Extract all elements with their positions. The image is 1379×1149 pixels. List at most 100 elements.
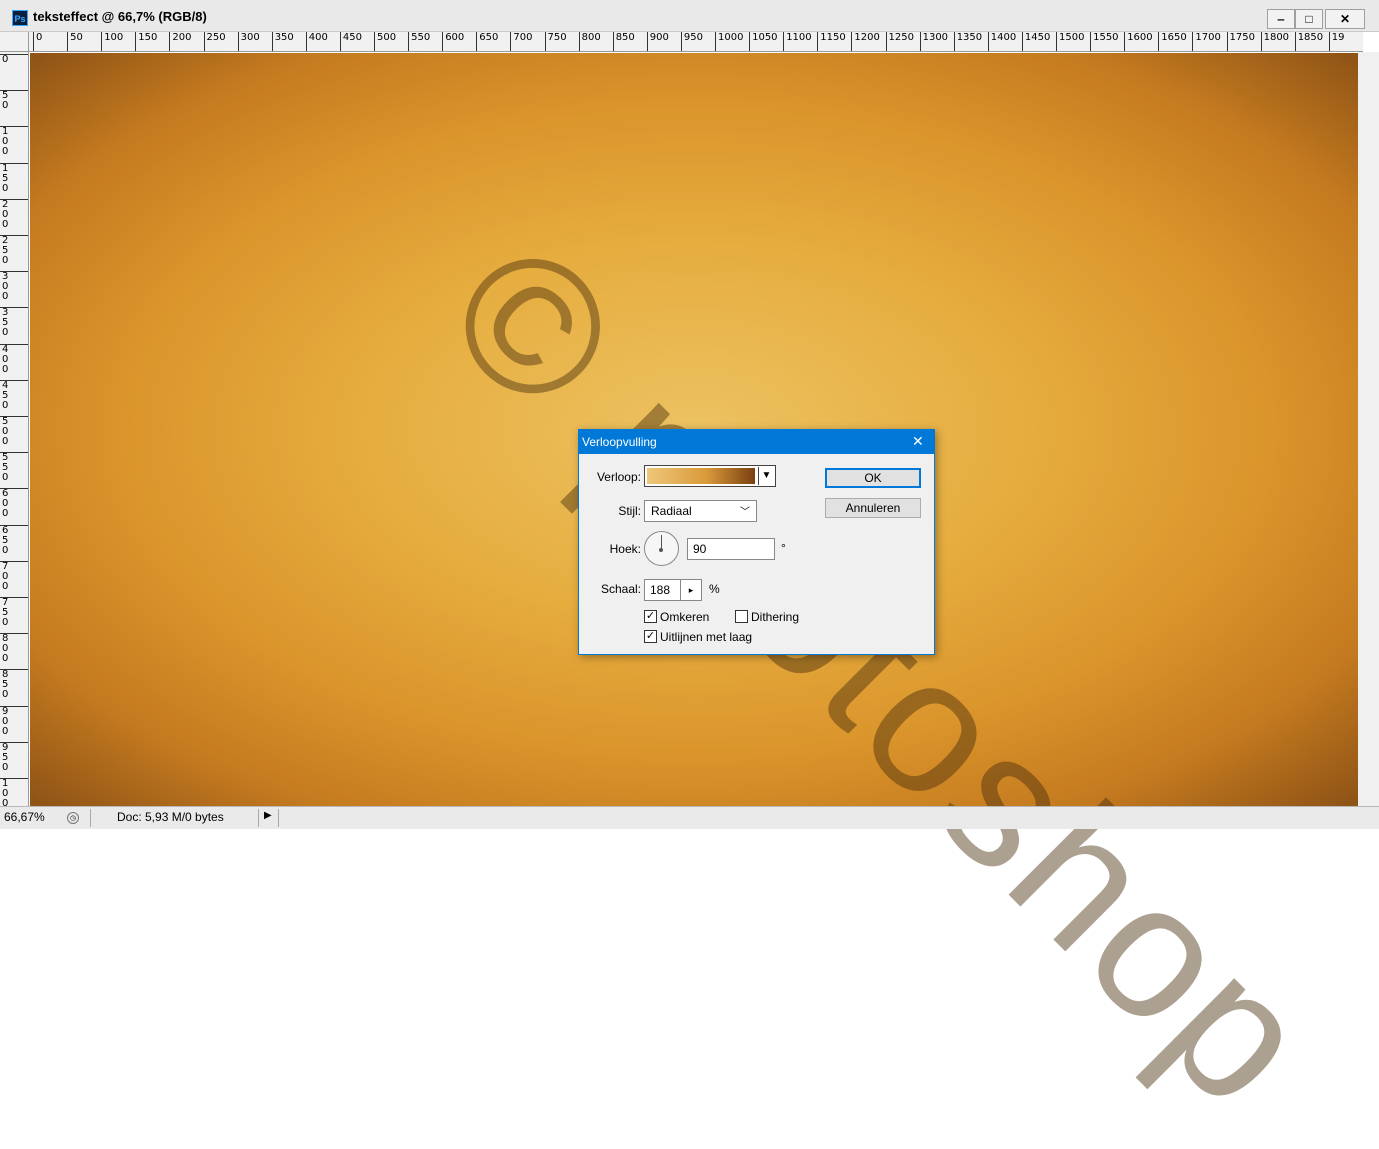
ruler-h-tick: 1800 xyxy=(1260,32,1289,51)
zoom-level[interactable]: 66,67% xyxy=(4,810,45,824)
ruler-v-tick: 0 xyxy=(0,54,28,65)
dialog-title: Verloopvulling xyxy=(582,435,657,449)
ruler-v-tick: 250 xyxy=(0,235,28,266)
style-label: Stijl: xyxy=(618,504,641,518)
status-divider xyxy=(278,809,279,827)
ruler-h-tick: 700 xyxy=(510,32,532,51)
ruler-h-tick: 650 xyxy=(476,32,498,51)
angle-input[interactable]: 90 xyxy=(687,538,775,560)
angle-label: Hoek: xyxy=(609,542,641,556)
gradient-preview[interactable] xyxy=(647,468,755,484)
status-divider xyxy=(90,809,91,827)
align-with-layer-checkbox[interactable]: ✓ xyxy=(644,630,657,643)
ruler-v-tick: 850 xyxy=(0,669,28,700)
reverse-checkbox[interactable]: ✓ xyxy=(644,610,657,623)
ruler-v-tick: 750 xyxy=(0,597,28,628)
ruler-h-tick: 550 xyxy=(408,32,430,51)
ruler-h-tick: 1200 xyxy=(851,32,880,51)
angle-unit: ° xyxy=(781,541,786,555)
gradient-picker[interactable]: ▼ xyxy=(644,465,776,487)
gradient-fill-dialog: Verloopvulling ✕ Verloop: ▼ Stijl: Radia… xyxy=(578,429,935,655)
ruler-h-tick: 1400 xyxy=(987,32,1016,51)
ruler-h-tick: 300 xyxy=(237,32,260,51)
ruler-h-tick: 900 xyxy=(646,32,669,51)
reverse-label[interactable]: Omkeren xyxy=(660,610,709,624)
ruler-h-tick: 1350 xyxy=(953,32,982,51)
ruler-h-tick: 250 xyxy=(203,32,226,51)
status-bar: 66,67% ◷ Doc: 5,93 M/0 bytes ▶ xyxy=(0,806,1379,829)
ruler-h-tick: 1550 xyxy=(1090,32,1119,51)
ruler-h-tick: 1600 xyxy=(1124,32,1153,51)
ruler-h-tick: 600 xyxy=(442,32,464,51)
minimize-button[interactable]: ‒ xyxy=(1267,9,1295,29)
dialog-close-icon[interactable]: ✕ xyxy=(912,433,924,450)
ruler-v-tick: 450 xyxy=(0,379,28,411)
document-size-info: Doc: 5,93 M/0 bytes xyxy=(117,810,224,824)
status-divider xyxy=(258,809,259,827)
dither-label[interactable]: Dithering xyxy=(751,610,799,624)
ruler-h-tick: 350 xyxy=(271,32,294,51)
ruler-v-tick: 700 xyxy=(0,560,28,592)
style-select-value: Radiaal xyxy=(651,504,692,518)
ruler-h-tick: 950 xyxy=(680,32,703,51)
photoshop-app-icon: Ps xyxy=(12,10,28,26)
ruler-v-tick: 150 xyxy=(0,162,28,194)
style-select[interactable]: Radiaal ﹀ xyxy=(644,500,757,522)
ruler-h-tick: 1500 xyxy=(1056,32,1084,51)
scale-unit: % xyxy=(709,582,720,596)
scale-label: Schaal: xyxy=(600,582,641,596)
ruler-v-tick: 800 xyxy=(0,633,28,664)
maximize-button[interactable]: □ xyxy=(1295,9,1323,29)
ruler-h-tick: 1050 xyxy=(749,32,778,51)
document-titlebar: Ps teksteffect @ 66,7% (RGB/8) ‒ □ ✕ xyxy=(0,0,1379,32)
ruler-h-tick: 1100 xyxy=(783,32,812,51)
ruler-v-tick: 100 xyxy=(0,778,28,806)
ruler-h-tick: 200 xyxy=(169,32,191,51)
vertical-ruler[interactable]: 0 50 100 150 200 250 300 350 400 450 500 550 600 650 7… xyxy=(0,52,29,806)
document-title: teksteffect @ 66,7% (RGB/8) xyxy=(33,9,207,24)
chevron-down-icon: ﹀ xyxy=(740,507,750,518)
status-info-icon[interactable]: ◷ xyxy=(67,812,79,824)
ruler-v-tick: 950 xyxy=(0,741,28,773)
dialog-titlebar: Verloopvulling ✕ xyxy=(579,430,934,454)
dither-checkbox[interactable] xyxy=(735,610,748,623)
ruler-h-tick: 0 xyxy=(33,32,42,51)
cancel-button[interactable]: Annuleren xyxy=(825,498,921,518)
ruler-v-tick: 550 xyxy=(0,452,28,483)
ruler-v-tick: 300 xyxy=(0,271,28,302)
ruler-v-tick: 600 xyxy=(0,488,28,519)
ruler-h-tick: 1700 xyxy=(1192,32,1221,51)
ruler-h-tick: 100 xyxy=(101,32,123,51)
ruler-v-tick: 500 xyxy=(0,416,28,447)
ruler-h-tick: 1300 xyxy=(919,32,948,51)
ruler-h-tick: 1850 xyxy=(1294,32,1323,51)
ruler-v-tick: 900 xyxy=(0,705,28,737)
ruler-origin[interactable] xyxy=(0,32,29,52)
ruler-h-tick: 1650 xyxy=(1158,32,1187,51)
ruler-v-tick: 50 xyxy=(0,90,28,111)
status-menu-arrow-icon[interactable]: ▶ xyxy=(264,810,272,821)
ruler-h-tick: 750 xyxy=(544,32,567,51)
align-with-layer-label[interactable]: Uitlijnen met laag xyxy=(660,630,752,644)
scale-slider-arrow-icon[interactable]: ▸ xyxy=(680,579,702,601)
ruler-h-tick: 1150 xyxy=(817,32,846,51)
ruler-h-tick: 1250 xyxy=(885,32,914,51)
horizontal-ruler[interactable]: 0 50 100 150 200 250 300 350 400 450 500 550 600 650 7… xyxy=(29,32,1363,52)
scale-input[interactable]: 188 xyxy=(644,579,681,601)
ruler-h-tick: 150 xyxy=(135,32,157,51)
ruler-v-tick: 100 xyxy=(0,126,28,157)
gradient-dropdown-icon[interactable]: ▼ xyxy=(758,467,774,485)
vertical-scroll-area[interactable] xyxy=(1358,52,1379,806)
ruler-h-tick: 50 xyxy=(67,32,83,51)
ok-button[interactable]: OK xyxy=(825,468,921,488)
ruler-v-tick: 400 xyxy=(0,343,28,375)
ruler-h-tick: 1000 xyxy=(715,32,743,51)
ruler-v-tick: 650 xyxy=(0,524,28,556)
ruler-h-tick: 800 xyxy=(578,32,601,51)
ruler-h-tick: 500 xyxy=(374,32,396,51)
ruler-v-tick: 350 xyxy=(0,307,28,338)
ruler-h-tick: 1750 xyxy=(1226,32,1255,51)
close-window-button[interactable]: ✕ xyxy=(1325,9,1365,29)
ruler-h-tick: 450 xyxy=(339,32,362,51)
angle-dial[interactable] xyxy=(644,531,679,566)
